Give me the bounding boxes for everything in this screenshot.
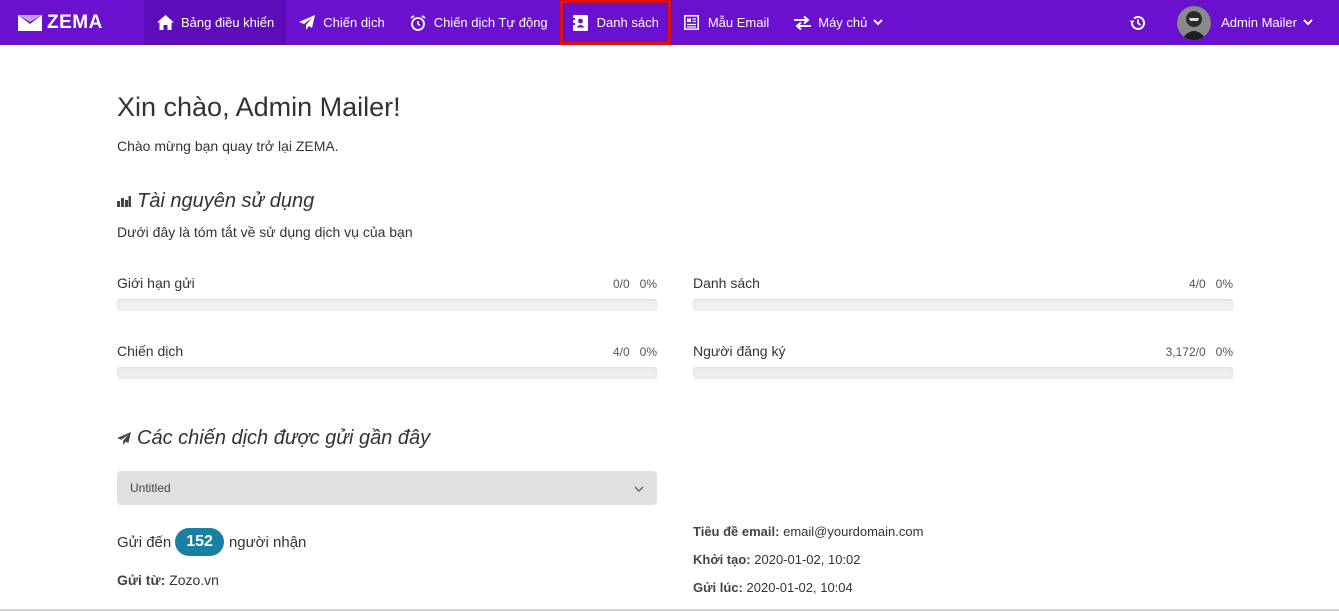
resources-heading-text: Tài nguyên sử dụng bbox=[137, 190, 315, 212]
resources-subheading: Dưới đây là tóm tắt về sử dụng dịch vụ c… bbox=[117, 224, 413, 240]
usage-count: 4/0 bbox=[612, 345, 630, 359]
nav-item-label: Bảng điều khiển bbox=[181, 15, 275, 30]
sent-at-line: Gửi lúc: 2020-01-02, 10:04 bbox=[693, 580, 853, 595]
brand-name: ZEMA bbox=[47, 11, 103, 33]
usage-percent: 0% bbox=[1215, 277, 1233, 291]
sent-at-value: 2020-01-02, 10:04 bbox=[746, 580, 853, 595]
created-value: 2020-01-02, 10:02 bbox=[754, 552, 861, 567]
home-icon bbox=[156, 14, 174, 32]
usage-label: Chiến dịch bbox=[117, 343, 184, 359]
bar-chart-icon bbox=[117, 195, 131, 209]
campaign-select[interactable]: Untitled bbox=[117, 471, 657, 505]
nav-item-email-templates[interactable]: Mẫu Email bbox=[671, 0, 781, 45]
progress-bar bbox=[693, 299, 1233, 311]
recent-campaigns-heading: Các chiến dịch được gửi gần đây bbox=[117, 427, 430, 450]
usage-campaigns: Chiến dịch 4/0 0% bbox=[117, 343, 657, 379]
page-subtitle: Chào mừng bạn quay trở lại ZEMA. bbox=[117, 138, 339, 154]
nav-item-dashboard[interactable]: Bảng điều khiển bbox=[144, 0, 287, 45]
usage-count: 4/0 bbox=[1188, 277, 1206, 291]
chevron-down-icon bbox=[634, 481, 644, 495]
nav-item-lists[interactable]: Danh sách bbox=[559, 0, 671, 45]
sent-to-prefix: Gửi đến bbox=[117, 533, 172, 551]
subject-label: Tiêu đề email: bbox=[693, 524, 780, 539]
usage-percent: 0% bbox=[1215, 345, 1233, 359]
usage-percent: 0% bbox=[639, 277, 657, 291]
usage-subscribers: Người đăng ký 3,172/0 0% bbox=[693, 343, 1233, 379]
usage-count: 3,172/0 bbox=[1165, 345, 1206, 359]
brand-logo[interactable]: ZEMA bbox=[18, 0, 138, 45]
usage-count: 0/0 bbox=[612, 277, 630, 291]
chevron-down-icon bbox=[1303, 19, 1313, 26]
nav-item-label: Máy chủ bbox=[818, 15, 868, 30]
progress-bar bbox=[693, 367, 1233, 379]
usage-label: Giới hạn gửi bbox=[117, 275, 195, 291]
recipients-badge: 152 bbox=[175, 528, 224, 556]
paper-plane-icon bbox=[117, 431, 131, 446]
alarm-clock-icon bbox=[409, 14, 427, 32]
usage-label: Người đăng ký bbox=[693, 343, 786, 359]
progress-bar bbox=[117, 367, 657, 379]
campaign-select-value: Untitled bbox=[130, 481, 171, 495]
nav-item-label: Chiến dịch Tự động bbox=[433, 15, 548, 30]
sent-at-label: Gửi lúc: bbox=[693, 580, 743, 595]
sent-to-line: Gửi đến 152 người nhận bbox=[117, 528, 306, 556]
nav-item-servers[interactable]: Máy chủ bbox=[781, 0, 895, 45]
nav-item-automation[interactable]: Chiến dịch Tự động bbox=[397, 0, 560, 45]
usage-label: Danh sách bbox=[693, 275, 760, 291]
envelope-logo-icon bbox=[18, 14, 42, 31]
navbar-right: Admin Mailer bbox=[1127, 0, 1339, 45]
history-icon[interactable] bbox=[1127, 13, 1147, 33]
usage-sending-limit: Giới hạn gửi 0/0 0% bbox=[117, 275, 657, 311]
sent-from-label: Gửi từ: bbox=[117, 572, 166, 588]
created-line: Khởi tạo: 2020-01-02, 10:02 bbox=[693, 552, 861, 567]
main-nav: Bảng điều khiển Chiến dịch Chiến dịch Tự… bbox=[144, 0, 895, 45]
page-title: Xin chào, Admin Mailer! bbox=[117, 92, 401, 122]
usage-percent: 0% bbox=[639, 345, 657, 359]
user-name: Admin Mailer bbox=[1221, 15, 1297, 30]
sent-to-suffix: người nhận bbox=[228, 533, 307, 551]
chevron-down-icon bbox=[873, 19, 884, 26]
subject-value: email@yourdomain.com bbox=[783, 524, 924, 539]
usage-lists: Danh sách 4/0 0% bbox=[693, 275, 1233, 311]
paper-plane-icon bbox=[298, 14, 316, 32]
created-label: Khởi tạo: bbox=[693, 552, 751, 567]
avatar bbox=[1177, 5, 1212, 40]
newspaper-icon bbox=[683, 14, 701, 32]
address-book-icon bbox=[572, 14, 590, 32]
subject-line: Tiêu đề email: email@yourdomain.com bbox=[693, 524, 923, 539]
nav-item-campaigns[interactable]: Chiến dịch bbox=[286, 0, 396, 45]
nav-item-label: Danh sách bbox=[596, 15, 659, 30]
exchange-icon bbox=[793, 14, 811, 32]
progress-bar bbox=[117, 299, 657, 311]
top-navbar: ZEMA Bảng điều khiển Chiến dịch Chiến dị… bbox=[0, 0, 1339, 45]
sent-from-line: Gửi từ: Zozo.vn bbox=[117, 572, 219, 588]
nav-item-label: Chiến dịch bbox=[323, 15, 385, 30]
user-menu[interactable]: Admin Mailer bbox=[1177, 5, 1313, 40]
recent-campaigns-heading-text: Các chiến dịch được gửi gần đây bbox=[137, 427, 431, 449]
sent-from-value: Zozo.vn bbox=[169, 572, 219, 588]
nav-item-label: Mẫu Email bbox=[707, 15, 770, 30]
resources-heading: Tài nguyên sử dụng bbox=[117, 190, 314, 213]
